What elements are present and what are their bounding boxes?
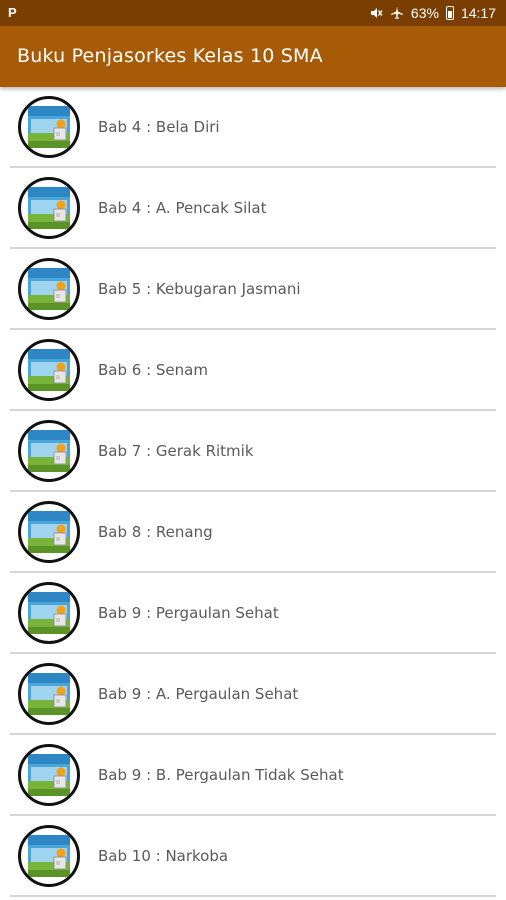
list-item[interactable]: Bab 10 : Narkoba — [10, 816, 496, 897]
list-item[interactable]: Bab 4 : A. Pencak Silat — [10, 168, 496, 249]
chapter-title: Bab 6 : Senam — [98, 361, 208, 379]
chapter-title: Bab 9 : B. Pergaulan Tidak Sehat — [98, 766, 344, 784]
airplane-mode-icon — [390, 7, 403, 19]
chapter-thumbnail-icon — [18, 663, 80, 725]
chapter-title: Bab 10 : Narkoba — [98, 847, 229, 865]
chapter-thumbnail-icon — [18, 339, 80, 401]
chapter-thumbnail-icon — [18, 501, 80, 563]
chapter-thumbnail-icon — [18, 825, 80, 887]
status-icons: 63% 14:17 — [369, 0, 496, 26]
chapter-title: Bab 4 : Bela Diri — [98, 118, 220, 136]
chapter-title: Bab 9 : Pergaulan Sehat — [98, 604, 279, 622]
battery-icon — [445, 6, 454, 20]
chapter-thumbnail-icon — [18, 582, 80, 644]
battery-percent: 63% — [410, 5, 439, 21]
list-item[interactable]: Bab 9 : Pergaulan Sehat — [10, 573, 496, 654]
app-title: Buku Penjasorkes Kelas 10 SMA — [17, 45, 323, 67]
chapter-title: Bab 9 : A. Pergaulan Sehat — [98, 685, 299, 703]
list-item[interactable]: Bab 9 : A. Pergaulan Sehat — [10, 654, 496, 735]
clock: 14:17 — [460, 5, 496, 21]
mute-icon — [370, 8, 383, 18]
list-item[interactable]: Bab 5 : Kebugaran Jasmani — [10, 249, 496, 330]
chapter-thumbnail-icon — [18, 744, 80, 806]
list-item[interactable]: Bab 9 : B. Pergaulan Tidak Sehat — [10, 735, 496, 816]
chapter-thumbnail-icon — [18, 96, 80, 158]
chapter-title: Bab 8 : Renang — [98, 523, 213, 541]
status-bar: P 63% 14:17 — [0, 0, 506, 26]
chapter-list[interactable]: Bab 4 : Bela Diri Bab 4 : A. Pencak Sila… — [0, 87, 506, 900]
chapter-title: Bab 4 : A. Pencak Silat — [98, 199, 267, 217]
list-item[interactable]: Bab 6 : Senam — [10, 330, 496, 411]
chapter-thumbnail-icon — [18, 258, 80, 320]
chapter-thumbnail-icon — [18, 177, 80, 239]
chapter-title: Bab 5 : Kebugaran Jasmani — [98, 280, 301, 298]
list-item[interactable]: Bab 4 : Bela Diri — [10, 87, 496, 168]
chapter-thumbnail-icon — [18, 420, 80, 482]
app-bar: Buku Penjasorkes Kelas 10 SMA — [0, 26, 506, 87]
chapter-title: Bab 7 : Gerak Ritmik — [98, 442, 254, 460]
list-item[interactable]: Bab 7 : Gerak Ritmik — [10, 411, 496, 492]
list-item[interactable]: Bab 8 : Renang — [10, 492, 496, 573]
parking-notification-icon: P — [8, 5, 17, 20]
